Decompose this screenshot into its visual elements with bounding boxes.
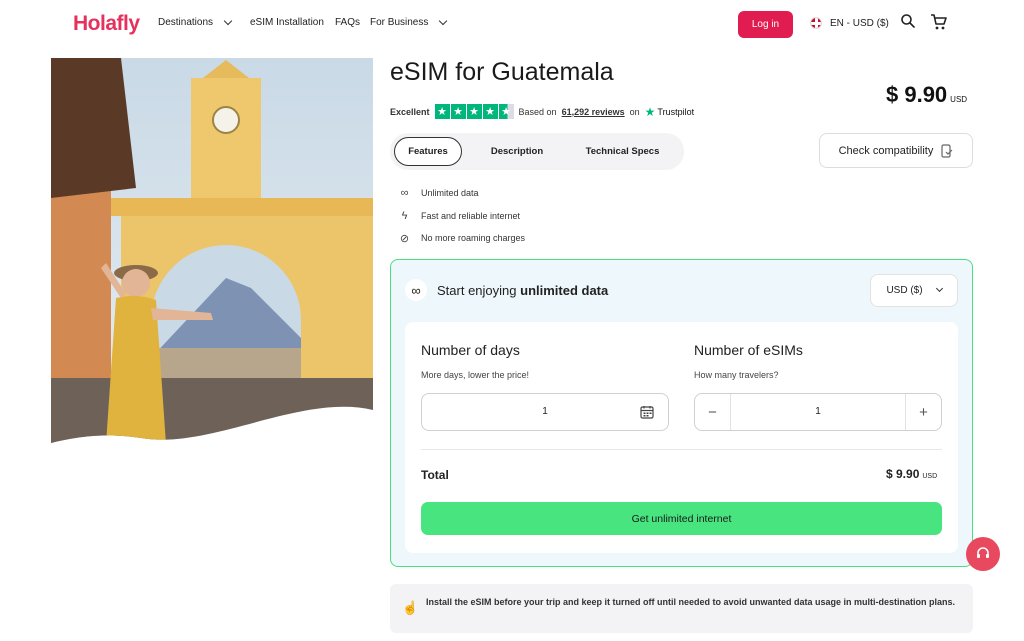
infinity-icon: ∞ bbox=[405, 279, 427, 301]
uk-flag-icon bbox=[810, 17, 822, 29]
install-tip-text: Install the eSIM before your trip and ke… bbox=[426, 597, 956, 607]
total-label: Total bbox=[421, 468, 449, 482]
esims-label: Number of eSIMs bbox=[694, 342, 803, 358]
feature-text: No more roaming charges bbox=[421, 233, 526, 244]
star-icon: ★ bbox=[450, 104, 466, 119]
nav-destinations[interactable]: Destinations bbox=[158, 16, 233, 28]
feature-text: Unlimited data bbox=[421, 188, 479, 199]
price-value: $ 9.90 bbox=[886, 82, 948, 107]
esims-sublabel: How many travelers? bbox=[694, 370, 779, 380]
total-price: $ 9.90 USD bbox=[886, 467, 937, 481]
rating-based-on: Based on bbox=[518, 106, 557, 117]
total-value: $ 9.90 bbox=[886, 467, 920, 481]
star-icon: ★ bbox=[434, 104, 450, 119]
hand-pointer-icon: ☝ bbox=[402, 600, 419, 615]
chevron-down-icon bbox=[439, 16, 448, 25]
nav-for-business-label: For Business bbox=[370, 17, 429, 28]
chevron-down-icon bbox=[935, 284, 943, 293]
purchase-title-bold: unlimited data bbox=[520, 283, 609, 298]
days-value: 1 bbox=[542, 406, 548, 417]
nav-faqs[interactable]: FAQs bbox=[335, 17, 360, 28]
chat-support-button[interactable] bbox=[966, 537, 1000, 571]
cart-icon[interactable] bbox=[930, 13, 950, 33]
chat-icon bbox=[977, 547, 989, 558]
check-compatibility-button[interactable]: Check compatibility bbox=[819, 133, 973, 168]
total-currency: USD bbox=[922, 473, 938, 480]
holafly-logo[interactable]: Holafly bbox=[73, 12, 140, 36]
feature-text: Fast and reliable internet bbox=[421, 210, 521, 221]
esims-stepper: − 1 + bbox=[694, 393, 942, 431]
feature-item: ⊘ No more roaming charges bbox=[398, 227, 525, 250]
rating-reviews-link[interactable]: 61,292 reviews bbox=[562, 107, 625, 117]
star-icon: ★ bbox=[466, 104, 482, 119]
device-check-icon bbox=[941, 143, 953, 158]
features-list: ∞ Unlimited data ϟ Fast and reliable int… bbox=[398, 182, 525, 250]
rating-label: Excellent bbox=[390, 106, 430, 117]
language-currency-label: EN - USD ($) bbox=[830, 17, 889, 29]
guatemala-hero-image bbox=[51, 58, 373, 444]
currency-select-value: USD ($) bbox=[886, 285, 923, 296]
tab-features[interactable]: Features bbox=[394, 137, 462, 166]
chevron-down-icon bbox=[223, 16, 233, 25]
nav-for-business[interactable]: For Business bbox=[370, 16, 448, 28]
feature-item: ϟ Fast and reliable internet bbox=[398, 205, 525, 228]
tab-technical-specs[interactable]: Technical Specs bbox=[570, 137, 675, 166]
login-button[interactable]: Log in bbox=[738, 11, 793, 38]
price-currency: USD bbox=[950, 95, 968, 104]
trustpilot-label: Trustpilot bbox=[657, 106, 695, 117]
days-label: Number of days bbox=[421, 342, 520, 358]
purchase-title-prefix: Start enjoying bbox=[437, 283, 517, 298]
calendar-icon[interactable] bbox=[640, 405, 654, 419]
trustpilot-rating[interactable]: Excellent ★ ★ ★ ★ ★ Based on 61,292 revi… bbox=[390, 104, 694, 119]
increment-button[interactable]: + bbox=[905, 394, 941, 430]
page-title: eSIM for Guatemala bbox=[390, 58, 614, 86]
lightning-icon: ϟ bbox=[401, 209, 408, 222]
no-roaming-icon: ⊘ bbox=[399, 232, 410, 245]
trustpilot-logo: ★ Trustpilot bbox=[645, 105, 694, 119]
divider bbox=[421, 449, 942, 450]
tab-description[interactable]: Description bbox=[476, 137, 558, 166]
trustpilot-star-icon: ★ bbox=[644, 104, 656, 119]
currency-select[interactable]: USD ($) bbox=[870, 274, 958, 307]
nav-esim-installation-label: eSIM Installation bbox=[250, 17, 324, 28]
feature-item: ∞ Unlimited data bbox=[398, 182, 525, 205]
site-header: Holafly Destinations eSIM Installation F… bbox=[0, 0, 1024, 50]
nav-esim-installation[interactable]: eSIM Installation bbox=[250, 17, 324, 28]
check-compatibility-label: Check compatibility bbox=[838, 144, 934, 157]
get-unlimited-internet-button[interactable]: Get unlimited internet bbox=[421, 502, 942, 535]
rating-stars: ★ ★ ★ ★ ★ bbox=[434, 104, 514, 119]
language-currency-selector[interactable]: EN - USD ($) bbox=[810, 17, 889, 29]
days-input[interactable]: 1 bbox=[421, 393, 669, 431]
half-star-icon: ★ bbox=[498, 104, 514, 119]
rating-on: on bbox=[629, 106, 640, 117]
product-price: $ 9.90 USD bbox=[886, 82, 967, 108]
product-tabs: Features Description Technical Specs bbox=[390, 133, 684, 170]
nav-destinations-label: Destinations bbox=[158, 17, 214, 28]
nav-faqs-label: FAQs bbox=[335, 17, 361, 28]
days-sublabel: More days, lower the price! bbox=[421, 370, 530, 380]
purchase-card-title: Start enjoying unlimited data bbox=[437, 283, 608, 298]
search-icon[interactable] bbox=[900, 13, 920, 33]
infinity-icon: ∞ bbox=[400, 187, 409, 200]
star-icon: ★ bbox=[482, 104, 498, 119]
